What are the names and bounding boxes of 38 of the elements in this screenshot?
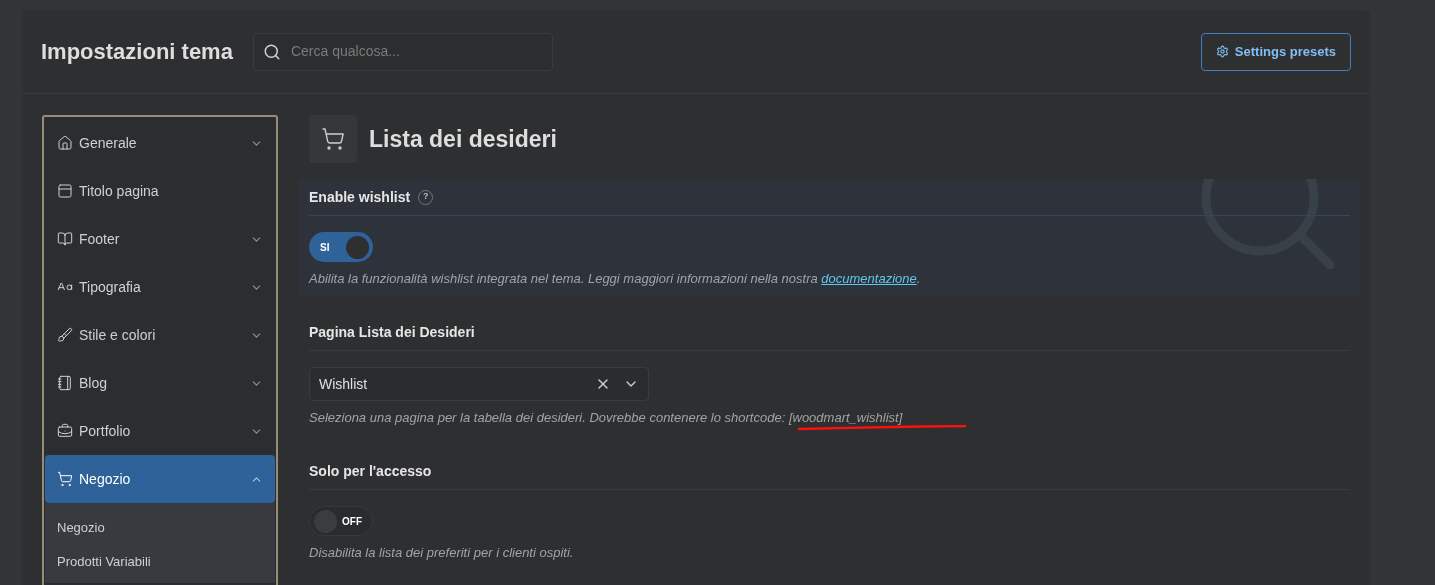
field-description: Seleziona una pagina per la tabella dei desideri. Dovrebbe contenere lo shortcode: [woodmart_wishlist]	[309, 410, 904, 425]
notebook-icon	[57, 375, 73, 391]
sidebar-item[interactable]: Negozio	[45, 455, 275, 503]
sidebar-item[interactable]: Portfolio	[45, 407, 275, 455]
toggle-label: SI	[320, 240, 330, 255]
cart-icon	[57, 471, 73, 487]
section-label: Solo per l'accesso	[309, 461, 432, 481]
book-icon	[57, 231, 73, 247]
sidebar-item[interactable]: Tipografia	[45, 263, 275, 311]
sidebar-subitem[interactable]: Prodotti Variabili	[45, 545, 275, 579]
briefcase-icon	[57, 423, 73, 439]
search-field[interactable]: Cerca qualcosa...	[252, 32, 553, 71]
section-label: Pagina Lista dei Desideri	[309, 322, 475, 342]
brush-icon	[57, 327, 73, 343]
documentation-link[interactable]: documentazione	[821, 271, 917, 286]
sidebar-item[interactable]: Stile e colori	[45, 311, 275, 359]
toggle-switch[interactable]: SI	[309, 232, 373, 262]
sidebar-item[interactable]: Blog	[45, 359, 275, 407]
field-description: Disabilita la lista dei preferiti per i clienti ospiti.	[309, 545, 575, 560]
select-field[interactable]: Wishlist	[309, 367, 649, 401]
house-icon	[57, 135, 73, 151]
field-description: Abilita la funzionalità wishlist integrata nel tema. Leggi maggiori informazioni nella nostra documentazione.	[309, 271, 922, 286]
settings-presets-button[interactable]: Settings presets	[1200, 32, 1351, 71]
toggle-switch[interactable]: OFF	[309, 506, 373, 536]
sidebar-item[interactable]: Footer	[45, 215, 275, 263]
section-label: Enable wishlist	[309, 187, 411, 207]
sidebar-item[interactable]: Generale	[45, 119, 275, 167]
page-title: Impostazioni tema	[41, 38, 233, 66]
settings-icon	[1215, 45, 1229, 58]
search-icon	[262, 42, 281, 61]
page-icon	[57, 183, 73, 199]
sidebar-subitem[interactable]: Negozio	[45, 511, 275, 545]
sidebar-item[interactable]: Titolo pagina	[45, 167, 275, 215]
search-input[interactable]: Cerca qualcosa...	[290, 41, 543, 62]
section-title: Lista dei desideri	[369, 124, 557, 154]
toggle-knob	[346, 235, 369, 259]
cart-icon	[321, 127, 345, 151]
toggle-label: OFF	[342, 514, 362, 529]
